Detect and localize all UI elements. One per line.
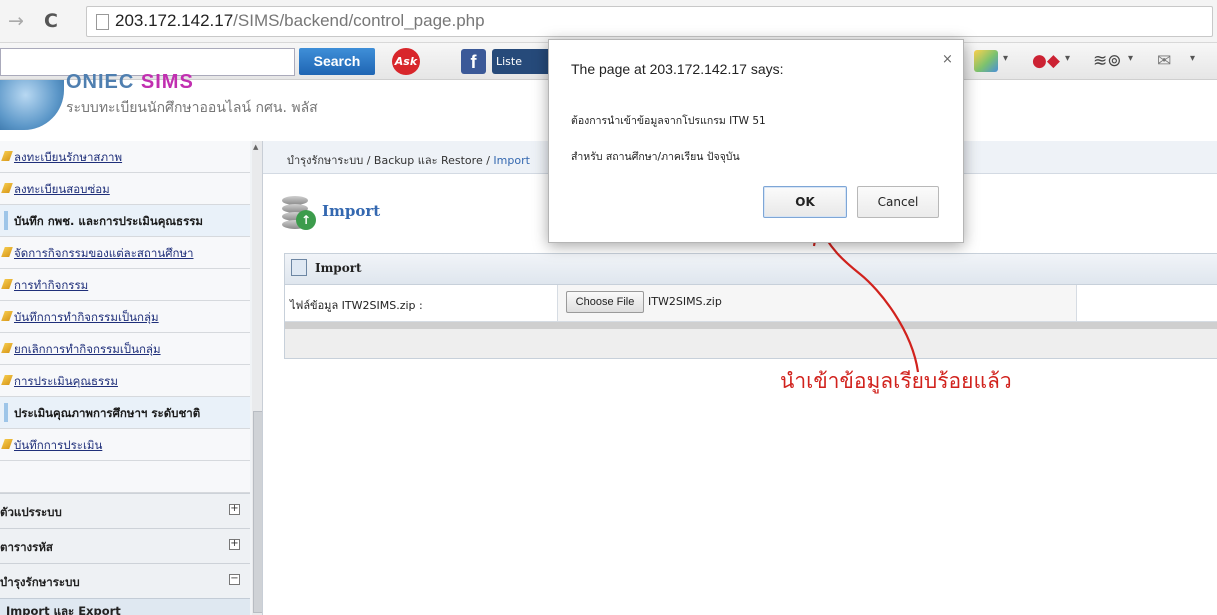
ok-button[interactable]: OK [763, 186, 847, 218]
scrollbar-thumb[interactable] [253, 411, 262, 613]
save-icon [291, 259, 307, 276]
scroll-up-icon[interactable]: ▲ [253, 143, 258, 151]
pencil-icon [1, 279, 13, 289]
expand-icon[interactable]: + [229, 539, 240, 550]
breadcrumb-text: บำรุงรักษาระบบ / Backup และ Restore / Im… [287, 154, 530, 167]
facebook-icon[interactable]: f [461, 49, 486, 74]
sidebar-item-label[interactable]: ลงทะเบียนรักษาสภาพ [14, 149, 122, 167]
alert-dialog: × The page at 203.172.142.17 says: ต้องก… [548, 39, 964, 243]
expand-icon[interactable]: + [229, 504, 240, 515]
sidebar-group-label: ตัวแปรระบบ [0, 505, 62, 519]
file-row: ไฟล์ข้อมูล ITW2SIMS.zip : Choose File IT… [285, 285, 1217, 322]
file-input: Choose File ITW2SIMS.zip [557, 285, 1077, 321]
page-icon [96, 14, 109, 30]
pencil-icon [1, 343, 13, 353]
sidebar-section: ประเมินคุณภาพการศึกษาฯ ระดับชาติ [0, 397, 250, 429]
panel-title: Import [315, 261, 362, 275]
sidebar-item[interactable]: ลงทะเบียนรักษาสภาพ [0, 141, 250, 173]
reload-icon[interactable]: C [44, 10, 58, 32]
dialog-message: ต้องการนำเข้าข้อมูลจากโปรแกรม ITW 51 [571, 115, 766, 127]
site-subtitle: ระบบทะเบียนนักศึกษาออนไลน์ กศน. พลัส [66, 100, 318, 116]
chevron-down-icon[interactable]: ▾ [1128, 53, 1133, 64]
panel-footer [285, 329, 1217, 358]
listen-button[interactable]: Liste [492, 49, 554, 74]
sidebar-item-label[interactable]: ลงทะเบียนสอบซ่อม [14, 181, 110, 199]
sidebar-item[interactable]: บันทึกการประเมิน [0, 429, 250, 461]
pencil-icon [1, 183, 13, 193]
sidebar-spacer [0, 461, 250, 493]
toolbar-search-button[interactable]: Search [299, 48, 375, 75]
mail-icon[interactable]: ✉ [1157, 51, 1171, 71]
sidebar-section-label: บันทึก กพช. และการประเมินคุณธรรม [14, 214, 204, 228]
sidebar-item[interactable]: การประเมินคุณธรรม [0, 365, 250, 397]
sidebar-item[interactable]: การทำกิจกรรม [0, 269, 250, 301]
sidebar-item-label[interactable]: การประเมินคุณธรรม [14, 373, 118, 391]
breadcrumb-current[interactable]: Import [493, 154, 530, 167]
page-title-text: Import [322, 202, 381, 220]
sidebar-subgroup[interactable]: Import และ Export [0, 598, 250, 615]
sidebar: ลงทะเบียนรักษาสภาพ ลงทะเบียนสอบซ่อม บันท… [0, 141, 263, 615]
sidebar-group-label: บำรุงรักษาระบบ [0, 575, 80, 589]
sidebar-item-label[interactable]: บันทึกการทำกิจกรรมเป็นกลุ่ม [14, 309, 159, 327]
url-text: 203.172.142.17/SIMS/backend/control_page… [115, 11, 485, 30]
close-icon[interactable]: × [942, 52, 953, 67]
arrow-up-icon: ↑ [296, 210, 316, 230]
logo-icon [0, 80, 64, 130]
sidebar-group[interactable]: ตัวแปรระบบ + [0, 493, 250, 528]
dialog-message: สำหรับ สถานศึกษา/ภาคเรียน ปัจจุบัน [571, 151, 740, 163]
pencil-icon [1, 151, 13, 161]
chevron-down-icon[interactable]: ▾ [1065, 53, 1070, 64]
selected-file-name: ITW2SIMS.zip [648, 295, 722, 308]
pencil-icon [1, 247, 13, 257]
brand-logo: ONIEC SIMS [66, 71, 194, 93]
section-bar-icon [4, 211, 8, 230]
collapse-icon[interactable]: − [229, 574, 240, 585]
sidebar-item[interactable]: จัดการกิจกรรมของแต่ละสถานศึกษา [0, 237, 250, 269]
sidebar-item[interactable]: บันทึกการทำกิจกรรมเป็นกลุ่ม [0, 301, 250, 333]
sidebar-subgroup-label: Import และ Export [6, 604, 121, 615]
sidebar-item[interactable]: ลงทะเบียนสอบซ่อม [0, 173, 250, 205]
database-import-icon: ↑ [282, 190, 316, 230]
arrow-right-icon[interactable]: → [8, 10, 24, 32]
sidebar-item-label[interactable]: บันทึกการประเมิน [14, 437, 102, 455]
ask-icon[interactable]: Ask [392, 48, 420, 75]
sidebar-group[interactable]: บำรุงรักษาระบบ − [0, 563, 250, 598]
panel-header: Import [285, 254, 1217, 285]
chevron-down-icon[interactable]: ▾ [1190, 53, 1195, 64]
sidebar-item-label[interactable]: ยกเลิกการทำกิจกรรมเป็นกลุ่ม [14, 341, 161, 359]
address-bar: → C 203.172.142.17/SIMS/backend/control_… [0, 0, 1217, 43]
import-panel: Import ไฟล์ข้อมูล ITW2SIMS.zip : Choose … [284, 253, 1217, 359]
sidebar-item-label[interactable]: การทำกิจกรรม [14, 277, 88, 295]
game-icon[interactable]: ●◆ [1032, 51, 1060, 71]
url-field[interactable]: 203.172.142.17/SIMS/backend/control_page… [86, 6, 1213, 37]
file-field-label: ไฟล์ข้อมูล ITW2SIMS.zip : [290, 299, 423, 312]
pencil-icon [1, 311, 13, 321]
maps-icon[interactable] [974, 50, 998, 72]
choose-file-button[interactable]: Choose File [566, 291, 644, 313]
sidebar-item-label[interactable]: จัดการกิจกรรมของแต่ละสถานศึกษา [14, 245, 194, 263]
sidebar-section-label: ประเมินคุณภาพการศึกษาฯ ระดับชาติ [14, 406, 201, 420]
cancel-button[interactable]: Cancel [857, 186, 939, 218]
sidebar-section: บันทึก กพช. และการประเมินคุณธรรม [0, 205, 250, 237]
chevron-down-icon[interactable]: ▾ [1003, 53, 1008, 64]
pencil-icon [1, 375, 13, 385]
annotation-text: นำเข้าข้อมูลเรียบร้อยแล้ว [780, 369, 1012, 393]
sidebar-group[interactable]: ตารางรหัส + [0, 528, 250, 563]
sidebar-item[interactable]: ยกเลิกการทำกิจกรรมเป็นกลุ่ม [0, 333, 250, 365]
pencil-icon [1, 439, 13, 449]
devtools-icon[interactable]: ≋⊚ [1093, 51, 1122, 71]
divider [285, 322, 1217, 329]
dialog-title: The page at 203.172.142.17 says: [571, 61, 784, 77]
sidebar-group-label: ตารางรหัส [0, 540, 53, 554]
section-bar-icon [4, 403, 8, 422]
